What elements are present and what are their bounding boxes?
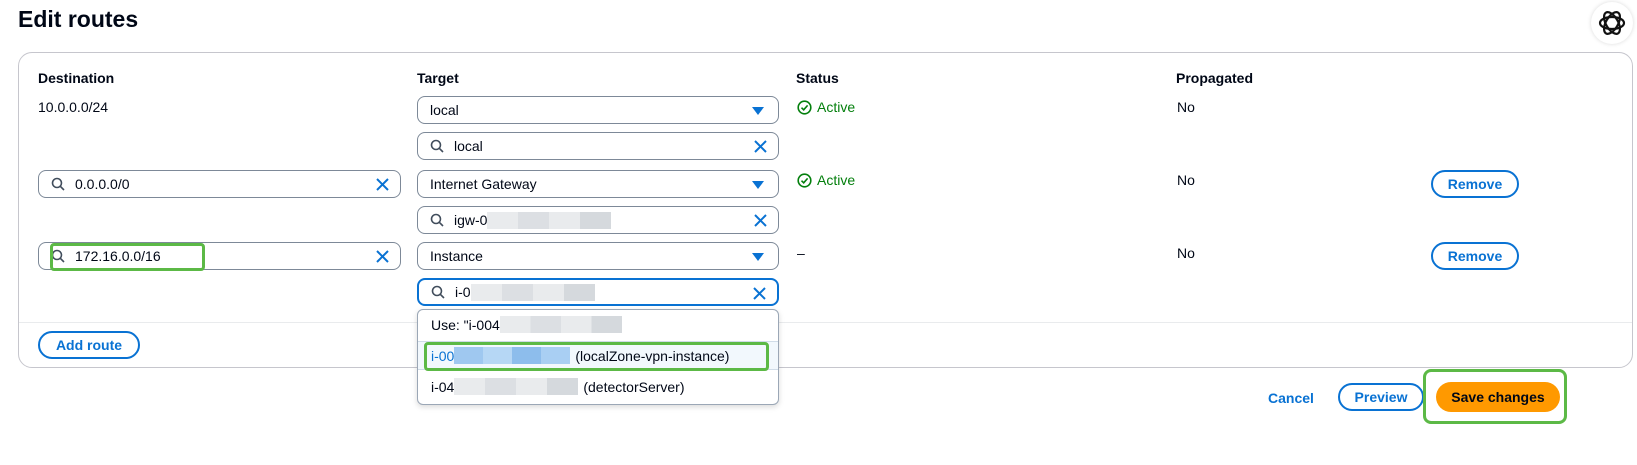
- route-1-target-search-value: local: [454, 138, 483, 154]
- route-3-status: –: [797, 245, 805, 261]
- caret-down-icon: [752, 253, 764, 261]
- search-icon: [430, 139, 444, 153]
- clear-x-icon[interactable]: [752, 286, 767, 301]
- clear-x-icon[interactable]: [753, 139, 768, 154]
- dropdown-option-use-value[interactable]: Use: "i-004: [418, 310, 778, 339]
- route-2-target-select[interactable]: Internet Gateway: [417, 170, 779, 198]
- clear-x-icon[interactable]: [375, 249, 390, 264]
- use-option-text: Use: "i-004: [431, 316, 500, 333]
- route-1-target-select[interactable]: local: [417, 96, 779, 124]
- caret-down-icon: [752, 181, 764, 189]
- route-2-status: Active: [797, 172, 855, 188]
- save-changes-button[interactable]: Save changes: [1436, 382, 1560, 412]
- route-1-status: Active: [797, 99, 855, 115]
- route-2-destination-value: 0.0.0.0/0: [75, 176, 130, 192]
- dropdown-option-localzone-vpn-instance[interactable]: i-00 (localZone-vpn-instance): [418, 341, 778, 370]
- option-name: (detectorServer): [583, 378, 685, 395]
- redacted-id-block: [454, 347, 571, 364]
- column-header-target: Target: [417, 70, 459, 86]
- route-2-propagated: No: [1177, 172, 1195, 188]
- clear-x-icon[interactable]: [375, 177, 390, 192]
- route-2-target-search-value: igw-0: [454, 212, 488, 228]
- search-icon: [51, 249, 65, 263]
- option-id-prefix: i-00: [431, 347, 455, 364]
- cancel-button[interactable]: Cancel: [1268, 390, 1314, 406]
- search-icon: [51, 177, 65, 191]
- search-icon: [431, 285, 445, 299]
- route-2-target-search[interactable]: igw-0: [417, 206, 779, 234]
- redacted-id-block: [470, 283, 595, 301]
- route-3-target-search[interactable]: i-0: [417, 278, 779, 306]
- route-3-target-select[interactable]: Instance: [417, 242, 779, 270]
- route-1-target-select-value: local: [430, 102, 459, 118]
- route-2-destination-input[interactable]: 0.0.0.0/0: [38, 170, 401, 198]
- redacted-id-block: [487, 211, 612, 229]
- route-3-target-select-value: Instance: [430, 248, 483, 264]
- check-circle-icon: [797, 99, 812, 115]
- option-id-prefix: i-04: [431, 378, 455, 395]
- column-header-destination: Destination: [38, 70, 115, 86]
- route-3-remove-button[interactable]: Remove: [1431, 242, 1519, 270]
- route-2-target-select-value: Internet Gateway: [430, 176, 537, 192]
- route-1-propagated: No: [1177, 99, 1195, 115]
- check-circle-icon: [797, 172, 812, 188]
- search-icon: [430, 213, 444, 227]
- route-2-remove-button[interactable]: Remove: [1431, 170, 1519, 198]
- preview-button[interactable]: Preview: [1338, 383, 1424, 411]
- add-route-button[interactable]: Add route: [38, 331, 140, 359]
- panel-divider: [19, 322, 1632, 323]
- route-1-status-text: Active: [817, 99, 856, 115]
- caret-down-icon: [752, 107, 764, 115]
- redacted-id-block: [499, 316, 622, 333]
- redacted-id-block: [454, 378, 579, 395]
- clear-x-icon[interactable]: [753, 213, 768, 228]
- route-1-destination: 10.0.0.0/24: [38, 99, 109, 115]
- column-header-status: Status: [796, 70, 839, 86]
- assistant-logo-icon[interactable]: [1591, 2, 1633, 44]
- page-title: Edit routes: [18, 6, 139, 32]
- column-header-propagated: Propagated: [1176, 70, 1254, 86]
- route-3-target-search-value: i-0: [455, 284, 471, 300]
- dropdown-option-detectorserver[interactable]: i-04 (detectorServer): [418, 372, 778, 401]
- route-3-destination-input[interactable]: 172.16.0.0/16: [38, 242, 401, 270]
- route-3-destination-value: 172.16.0.0/16: [75, 248, 161, 264]
- route-2-status-text: Active: [817, 172, 856, 188]
- option-name: (localZone-vpn-instance): [575, 347, 730, 364]
- route-1-target-search[interactable]: local: [417, 132, 779, 160]
- route-3-propagated: No: [1177, 245, 1195, 261]
- target-options-dropdown: Use: "i-004 i-00 (localZone-vpn-instance…: [417, 309, 779, 405]
